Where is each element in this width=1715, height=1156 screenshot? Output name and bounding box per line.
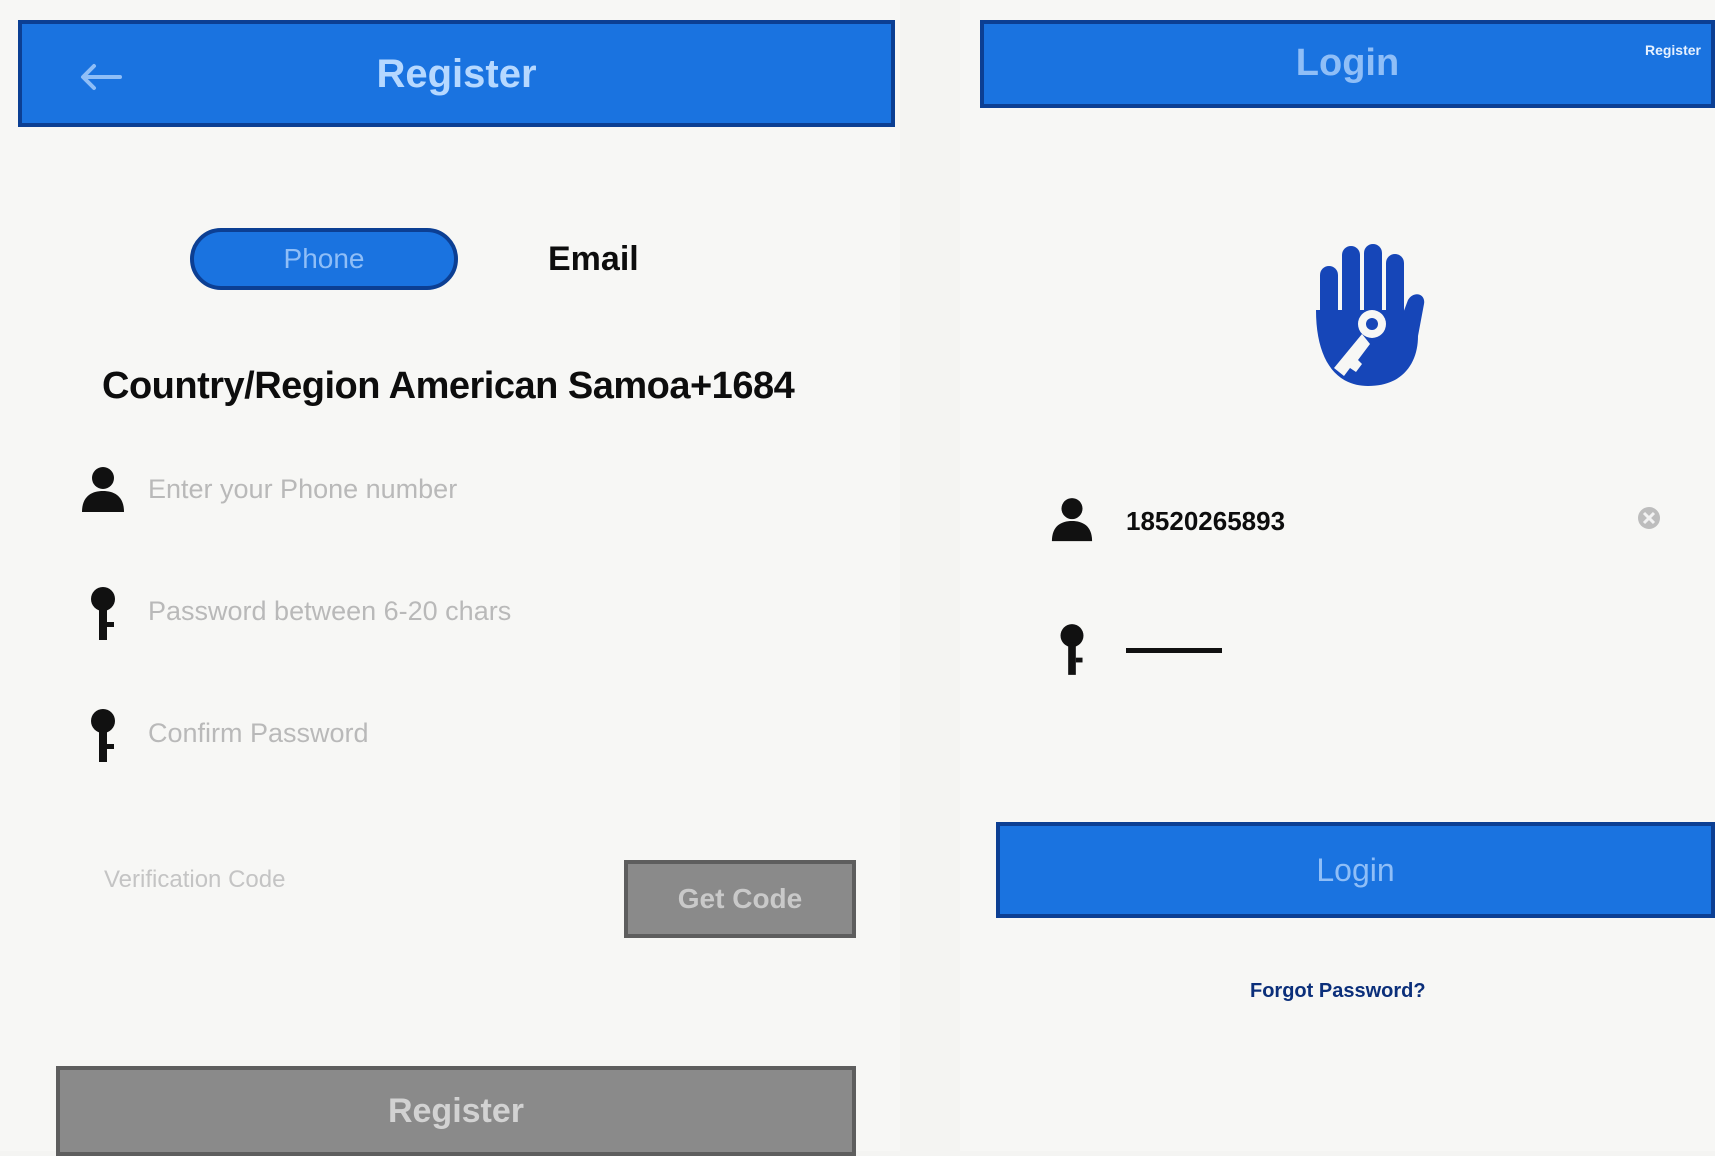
key-icon (1060, 624, 1084, 675)
user-icon (82, 467, 124, 512)
confirm-password-field[interactable]: Confirm Password (80, 706, 840, 766)
user-icon (1051, 498, 1093, 542)
get-code-button[interactable]: Get Code (624, 860, 856, 938)
confirm-password-input[interactable]: Confirm Password (148, 718, 369, 749)
key-icon (91, 709, 115, 762)
password-input[interactable]: Password between 6-20 chars (148, 596, 511, 627)
login-button[interactable]: Login (996, 822, 1715, 918)
register-button[interactable]: Register (56, 1066, 856, 1156)
tab-email[interactable]: Email (548, 240, 639, 279)
verification-code-input[interactable]: Verification Code (104, 866, 285, 894)
login-password-field[interactable] (1050, 620, 1670, 680)
page-title: Register (376, 52, 537, 96)
hand-key-logo-icon (1316, 244, 1425, 386)
phone-input[interactable]: Enter your Phone number (148, 474, 457, 505)
login-screen: Login Register (960, 0, 1715, 1151)
password-input-masked[interactable] (1126, 648, 1222, 653)
tab-phone[interactable]: Phone (190, 228, 458, 290)
phone-field[interactable]: Enter your Phone number (80, 462, 840, 522)
register-title-bar: Register (18, 20, 895, 127)
register-link[interactable]: Register (1645, 42, 1701, 58)
password-field[interactable]: Password between 6-20 chars (80, 584, 840, 644)
username-field[interactable]: 18520265893 (1050, 492, 1670, 552)
clear-input-icon[interactable] (1636, 505, 1662, 531)
forgot-password-link[interactable]: Forgot Password? (1250, 980, 1426, 1003)
country-region-selector[interactable]: Country/Region American Samoa+1684 (102, 365, 795, 408)
key-icon (91, 587, 115, 640)
login-title-bar: Login Register (980, 20, 1715, 108)
username-input[interactable]: 18520265893 (1126, 506, 1285, 537)
register-screen: Register Phone Email Country/Region Amer… (0, 0, 900, 1156)
page-title: Login (1295, 42, 1400, 84)
